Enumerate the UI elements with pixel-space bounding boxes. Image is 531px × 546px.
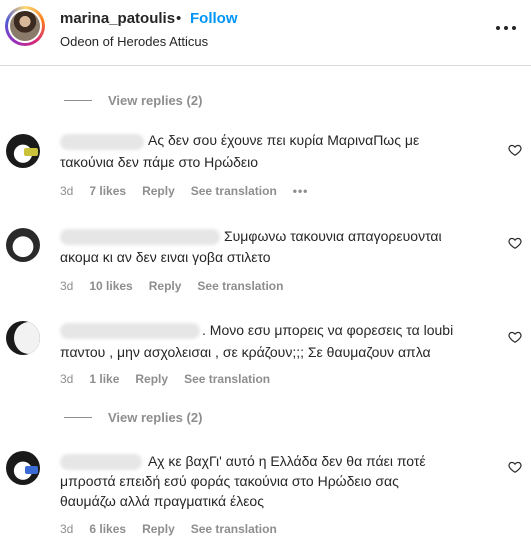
reply-button[interactable]: Reply <box>142 184 175 198</box>
comment-meta: 3d 7 likes Reply See translation ••• <box>60 184 324 198</box>
view-replies-button[interactable]: View replies (2) <box>64 91 202 109</box>
commenter-avatar[interactable] <box>6 451 40 485</box>
redacted-username <box>60 134 144 150</box>
comment-time: 3d <box>60 279 74 293</box>
username-link[interactable]: marina_patoulis <box>60 10 175 27</box>
comment-text-line: Ας δεν σου έχουνε πει κυρία ΜαριναΠως με <box>148 132 420 148</box>
heart-icon[interactable] <box>508 236 522 250</box>
comment-meta: 3d 10 likes Reply See translation <box>60 279 299 293</box>
comment-time: 3d <box>60 184 74 198</box>
comment-text-line: Συμφωνω τακουνια απαγορευονται <box>224 228 442 244</box>
heart-icon[interactable] <box>508 330 522 344</box>
location-link[interactable]: Odeon of Herodes Atticus <box>60 34 208 49</box>
see-translation-button[interactable]: See translation <box>191 184 277 198</box>
comment-time: 3d <box>60 522 74 536</box>
see-translation-button[interactable]: See translation <box>184 372 270 386</box>
reply-button[interactable]: Reply <box>135 372 168 386</box>
view-replies-label: View replies (2) <box>108 92 203 108</box>
comment-text-line: ακομα κι αν δεν ειναι γοβα στιλετο <box>60 249 271 265</box>
redacted-username <box>60 229 220 245</box>
separator-dot: • <box>176 10 182 27</box>
heart-icon[interactable] <box>508 460 522 474</box>
view-replies-label: View replies (2) <box>108 409 203 425</box>
comment-meta: 3d 1 like Reply See translation <box>60 372 286 386</box>
commenter-avatar[interactable] <box>6 321 40 355</box>
commenter-avatar[interactable] <box>6 228 40 262</box>
more-horizontal-icon[interactable] <box>494 20 518 36</box>
comment-text-line: θαυμάζω αλλά πραγματικά έλεος <box>60 493 264 509</box>
reply-divider-line <box>64 99 92 101</box>
reply-button[interactable]: Reply <box>149 279 182 293</box>
comment-text-line: παντου , μην ασχολεισαι , σε κράζουν;;; … <box>60 344 431 360</box>
post-header: marina_patoulis • Follow Odeon of Herode… <box>0 0 531 66</box>
comment-text-line: μπροστά επειδή εσύ φοράς τακούνια στο Ηρ… <box>60 473 399 489</box>
comment-time: 3d <box>60 372 74 386</box>
heart-icon[interactable] <box>508 143 522 157</box>
comment-likes[interactable]: 6 likes <box>89 522 126 536</box>
comment-likes[interactable]: 10 likes <box>89 279 132 293</box>
see-translation-button[interactable]: See translation <box>197 279 283 293</box>
comment-likes[interactable]: 1 like <box>89 372 119 386</box>
profile-photo <box>10 11 40 41</box>
comment-text-line: τακούνια δεν πάμε στο Ηρώδειο <box>60 154 259 170</box>
reply-divider-line <box>64 416 92 418</box>
follow-button[interactable]: Follow <box>190 10 238 27</box>
reply-button[interactable]: Reply <box>142 522 175 536</box>
view-replies-button[interactable]: View replies (2) <box>64 408 202 426</box>
comment-options-button[interactable]: ••• <box>293 184 309 198</box>
comment-likes[interactable]: 7 likes <box>89 184 126 198</box>
redacted-username <box>60 454 142 470</box>
see-translation-button[interactable]: See translation <box>191 522 277 536</box>
commenter-avatar[interactable] <box>6 134 40 168</box>
redacted-username <box>60 323 200 339</box>
comment-text-line: Αχ κε βαχΓι' αυτό η Ελλάδα δεν θα πάει π… <box>148 453 426 469</box>
profile-avatar[interactable] <box>5 6 45 46</box>
comment-meta: 3d 6 likes Reply See translation <box>60 522 293 536</box>
comment-text-line: . Μονο εσυ μπορεις να φορεσεις τα loubi <box>202 322 454 338</box>
